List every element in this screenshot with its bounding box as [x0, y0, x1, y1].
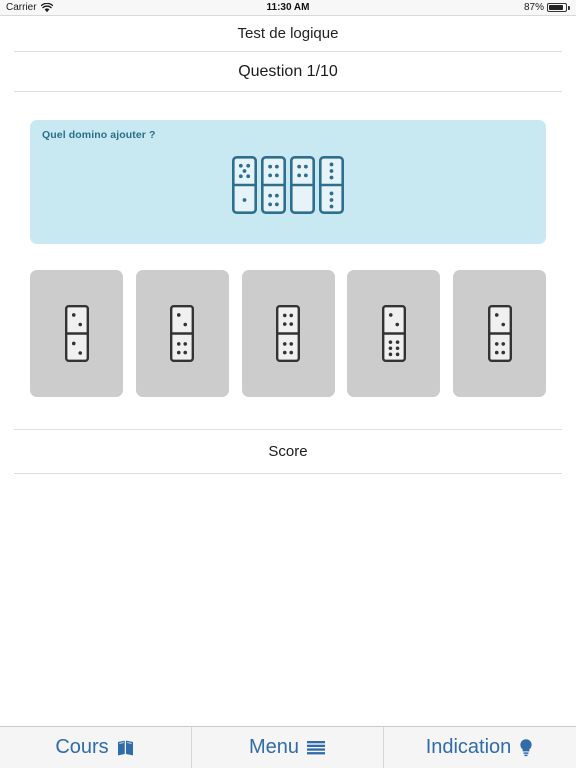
- score-label: Score: [268, 443, 308, 460]
- answer-options: [30, 270, 546, 397]
- answer-option-5[interactable]: [453, 270, 546, 397]
- answer-option-3[interactable]: [241, 270, 335, 397]
- hamburger-icon: [306, 740, 326, 756]
- toolbar-item-label: Cours: [55, 736, 109, 758]
- domino-icon: [487, 305, 512, 362]
- toolbar-cours[interactable]: Cours: [0, 727, 192, 768]
- prompt-domino-sequence: [30, 156, 546, 214]
- domino-icon: [64, 305, 89, 362]
- domino-icon: [381, 305, 406, 362]
- carrier-label: Carrier: [6, 2, 37, 13]
- prompt-panel: Quel domino ajouter ?: [30, 120, 546, 244]
- prompt-label: Quel domino ajouter ?: [42, 129, 156, 141]
- app-root: Carrier 11:30 AM 87% Test de logique Que…: [0, 0, 576, 768]
- prompt-domino-3: [290, 156, 315, 214]
- toolbar-item-label: Indication: [425, 736, 512, 758]
- empty-area: [0, 474, 576, 726]
- prompt-domino-2: [261, 156, 286, 214]
- status-bar: Carrier 11:30 AM 87%: [0, 0, 576, 16]
- answer-option-1[interactable]: [30, 270, 123, 397]
- battery-icon: [547, 3, 570, 12]
- lightbulb-icon: [518, 738, 534, 757]
- status-bar-left: Carrier: [6, 2, 53, 13]
- prompt-domino-1: [232, 156, 257, 214]
- answer-option-4[interactable]: [347, 270, 441, 397]
- domino-icon: [276, 305, 300, 362]
- status-bar-time: 11:30 AM: [266, 2, 310, 13]
- book-icon: [116, 739, 136, 757]
- bottom-toolbar: Cours Menu Indication: [0, 726, 576, 768]
- question-counter: Question 1/10: [0, 52, 576, 91]
- domino-icon: [170, 305, 195, 362]
- main-content: Quel domino ajouter ? Score: [0, 92, 576, 726]
- prompt-domino-4: [319, 156, 344, 214]
- battery-percent-label: 87%: [523, 2, 544, 13]
- toolbar-indication[interactable]: Indication: [384, 727, 576, 768]
- toolbar-menu[interactable]: Menu: [192, 727, 384, 768]
- status-bar-right: 87%: [524, 2, 570, 13]
- page-title: Test de logique: [0, 16, 576, 51]
- toolbar-item-label: Menu: [248, 736, 300, 758]
- wifi-icon: [40, 2, 53, 13]
- answer-option-2[interactable]: [135, 270, 229, 397]
